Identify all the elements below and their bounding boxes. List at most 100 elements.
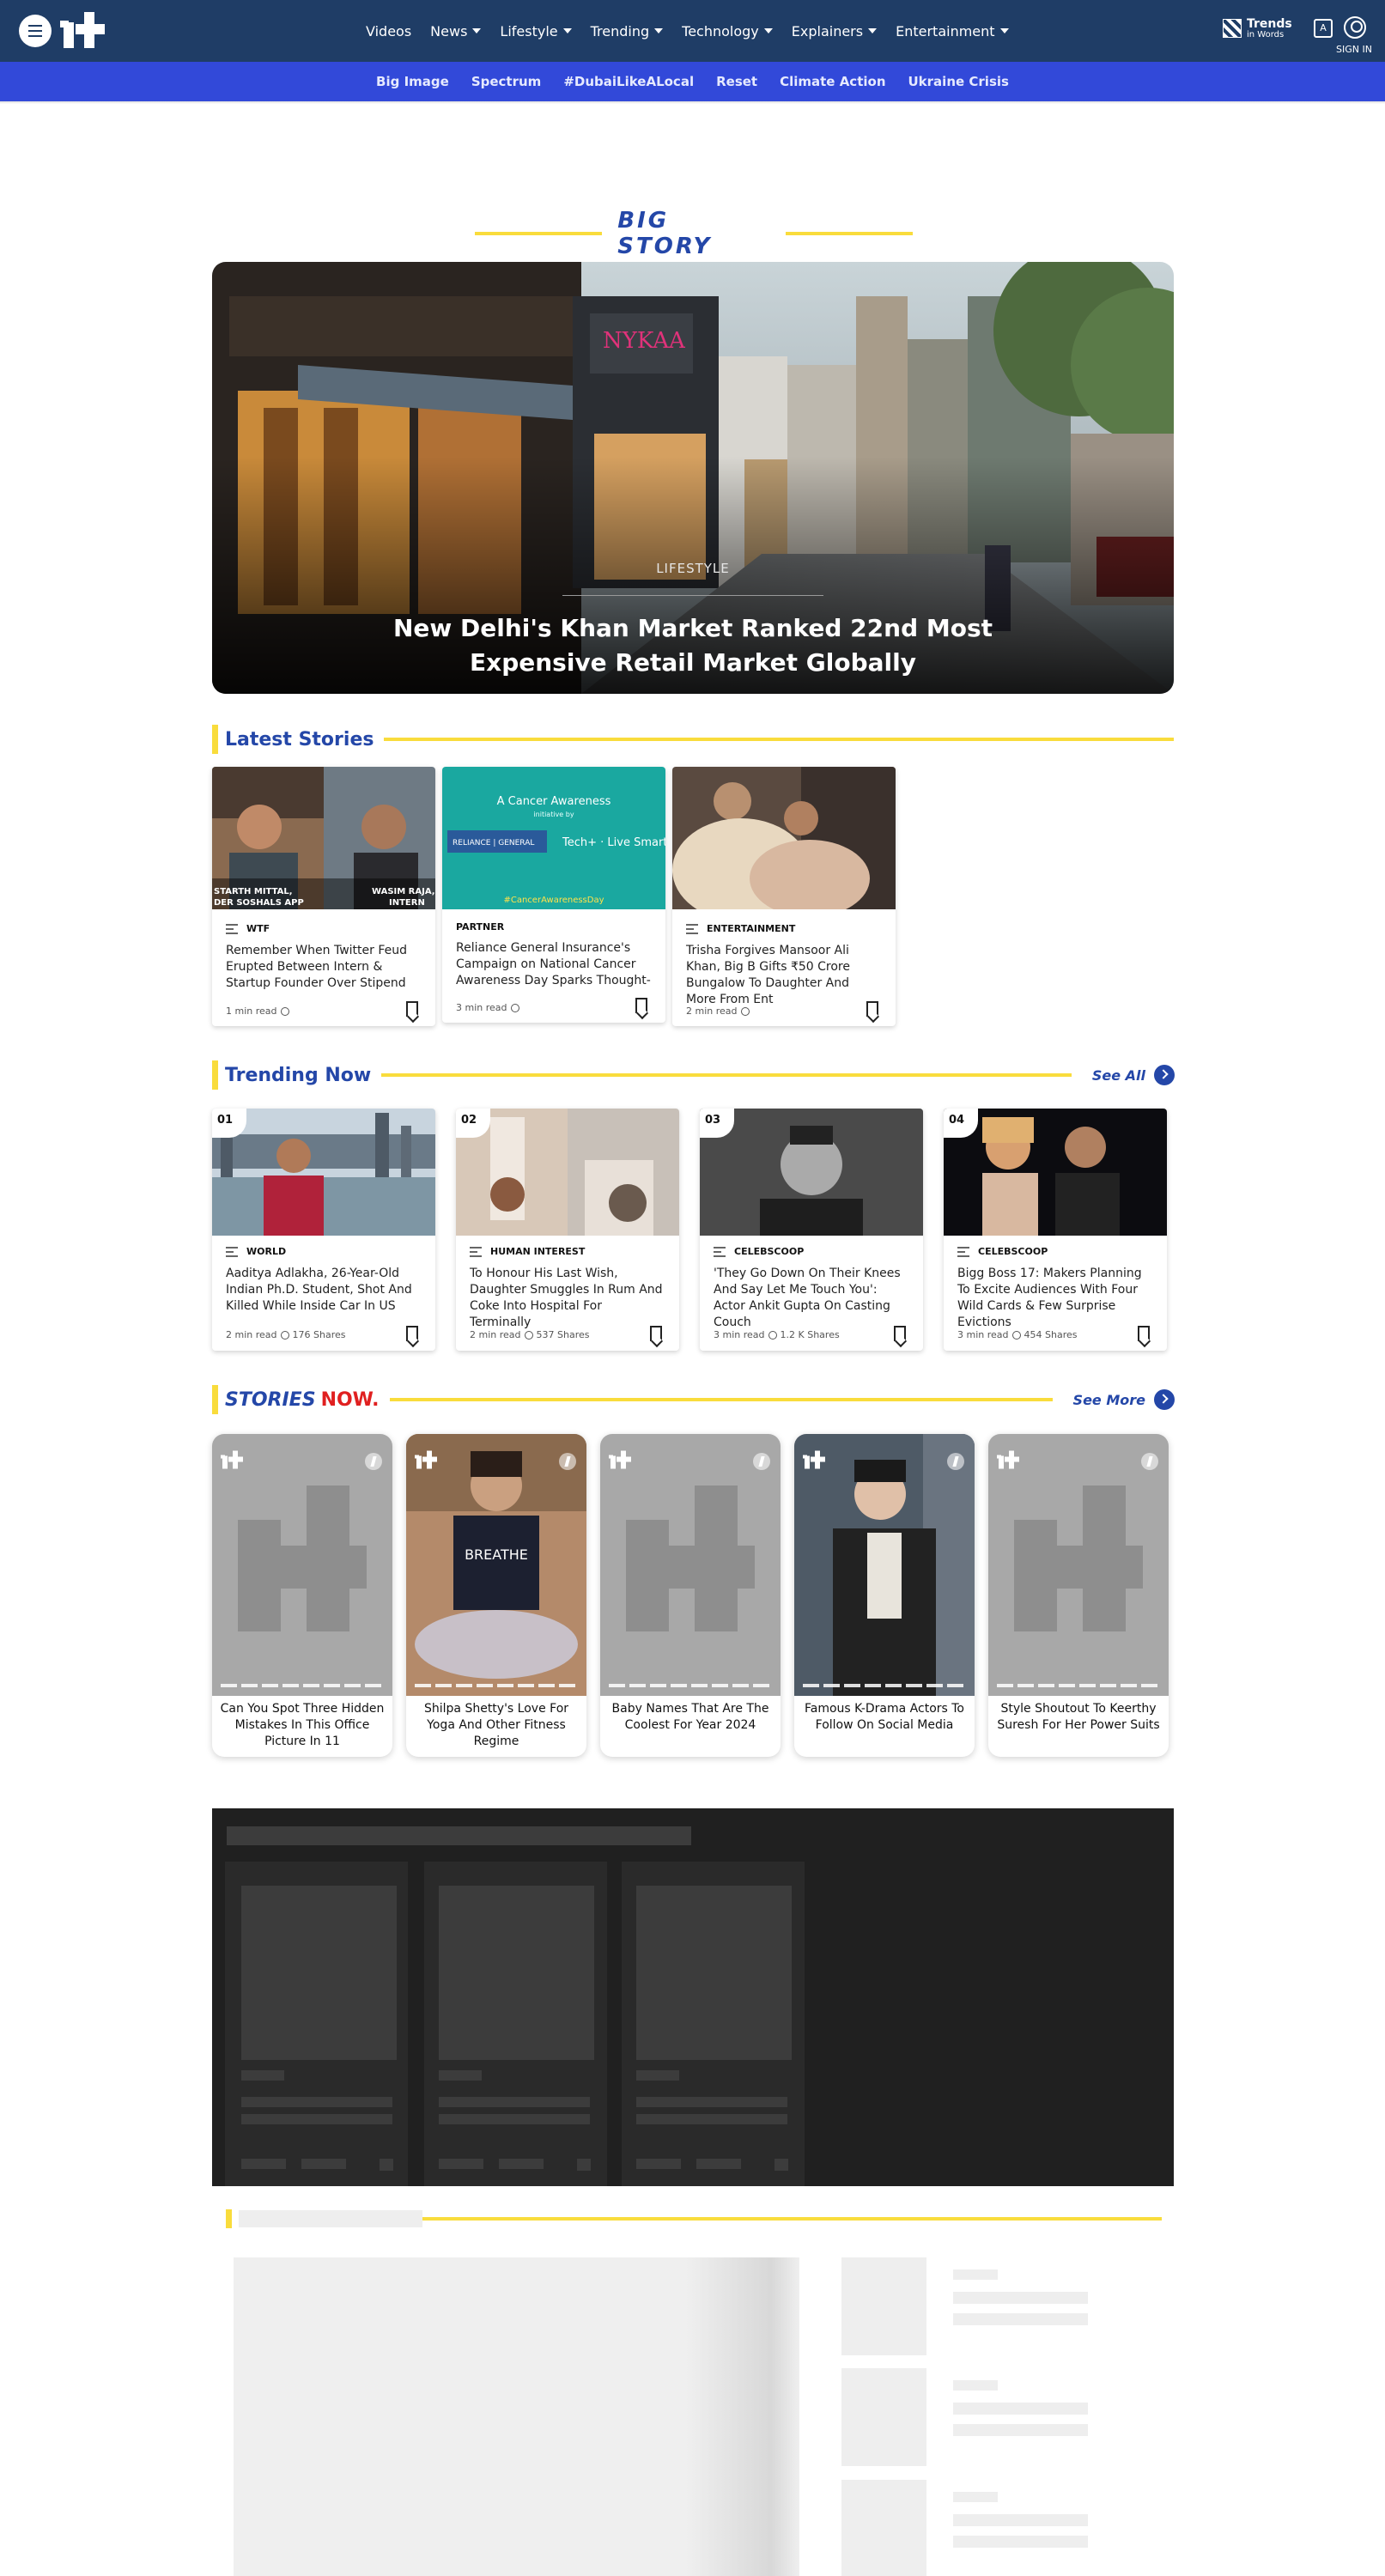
subnav-link[interactable]: Spectrum [471,74,541,89]
story-progress [415,1684,578,1687]
category-row: HUMAN INTEREST [470,1246,585,1257]
clock-icon [280,1330,289,1340]
placeholder-bar [953,2492,998,2502]
read-time-text: 2 min read [226,1329,277,1340]
placeholder-image [234,2257,799,2576]
loading-placeholder [212,1808,1174,2186]
latest-stories-heading: Latest Stories [212,724,1174,755]
story-title[interactable]: Bigg Boss 17: Makers Planning To Excite … [957,1266,1153,1331]
nav-item-videos[interactable]: Videos [366,23,411,39]
web-story-card[interactable]: BREATHE Shilpa Shetty's Love For Yoga An… [406,1434,586,1757]
clock-icon [1011,1330,1021,1340]
story-image [212,1109,435,1236]
sign-in-link[interactable]: SIGN IN [1336,44,1372,55]
web-story-card[interactable]: Style Shoutout To Keerthy Suresh For Her… [988,1434,1169,1757]
placeholder-image [841,2257,926,2355]
story-title[interactable]: Baby Names That Are The Coolest For Year… [607,1701,774,1734]
bookmark-icon[interactable] [650,1326,662,1341]
trends-in-words-button[interactable]: Trends in Words [1223,17,1298,39]
nav-item-entertainment[interactable]: Entertainment [896,23,1009,39]
section-marker [226,2209,232,2228]
caret-down-icon [472,28,482,33]
nav-item-explainers[interactable]: Explainers [791,22,878,39]
bookmark-icon[interactable] [406,1326,418,1341]
placeholder-bar [953,2424,1088,2436]
story-title[interactable]: Can You Spot Three Hidden Mistakes In Th… [219,1701,386,1750]
logo-icon[interactable] [60,10,105,50]
bookmark-icon[interactable] [406,1001,418,1017]
placeholder-bar [696,2159,741,2169]
story-title[interactable]: Reliance General Insurance's Campaign on… [456,940,652,989]
subnav-link[interactable]: #DubaiLikeALocal [563,74,694,89]
nav-item-label: Explainers [791,22,864,39]
placeholder-bar [241,2159,286,2169]
story-title[interactable]: 'They Go Down On Their Knees And Say Let… [714,1266,909,1331]
trending-card[interactable]: 01 WORLD Aaditya Adlakha, 26-Year-Old In… [212,1109,435,1351]
story-title[interactable]: Shilpa Shetty's Love For Yoga And Other … [413,1701,580,1750]
story-progress [221,1684,384,1687]
lines-icon [226,1246,238,1257]
nav-item-technology[interactable]: Technology [682,23,773,39]
caret-down-icon [562,28,572,33]
read-time: 2 min read 176 Shares [226,1329,345,1340]
web-story-card[interactable]: Baby Names That Are The Coolest For Year… [600,1434,781,1757]
read-time: 2 min read [686,1005,750,1017]
divider [422,2217,1162,2221]
nav-item-news[interactable]: News [430,23,482,39]
trending-card[interactable]: 04 CELEBSCOOP Bigg Boss 17: Makers Plann… [944,1109,1167,1351]
see-all-link[interactable]: See All [1092,1067,1145,1084]
latest-story-card[interactable]: A Cancer Awareness initiative by RELIANC… [442,767,665,1023]
divider [562,595,823,596]
latest-story-card[interactable]: ENTERTAINMENT Trisha Forgives Mansoor Al… [672,767,896,1026]
placeholder-bar [953,2514,1088,2526]
trending-card[interactable]: 02 HUMAN INTEREST To Honour His Last Wis… [456,1109,679,1351]
user-icon[interactable] [1344,16,1366,39]
language-icon[interactable]: A [1314,19,1333,38]
bolt-icon [947,1453,964,1470]
menu-icon[interactable] [19,15,52,47]
bookmark-icon[interactable] [866,1001,878,1017]
big-story-title[interactable]: New Delhi's Khan Market Ranked 22nd Most… [212,611,1174,680]
story-title[interactable]: Aaditya Adlakha, 26-Year-Old Indian Ph.D… [226,1266,422,1315]
see-more-link[interactable]: See More [1073,1392,1145,1408]
trending-card[interactable]: 03 CELEBSCOOP 'They Go Down On Their Kne… [700,1109,923,1351]
category-label: WTF [246,923,270,934]
chevron-right-icon[interactable] [1154,1065,1175,1085]
bookmark-icon[interactable] [1138,1326,1150,1341]
divider [389,1398,1053,1401]
placeholder-bar [636,2159,681,2169]
read-time: 2 min read 537 Shares [470,1329,589,1340]
placeholder-bar [775,2159,788,2171]
story-title[interactable]: To Honour His Last Wish, Daughter Smuggl… [470,1266,665,1331]
category-row: WTF [226,923,270,934]
divider [384,738,1174,741]
read-time-text: 3 min read [456,1002,507,1013]
story-title[interactable]: Remember When Twitter Feud Erupted Betwe… [226,943,422,992]
web-story-card[interactable]: Can You Spot Three Hidden Mistakes In Th… [212,1434,392,1757]
title-line: New Delhi's Khan Market Ranked 22nd Most [392,614,993,642]
category-label: CELEBSCOOP [734,1246,805,1257]
subnav-link[interactable]: Ukraine Crisis [908,74,1009,89]
section-marker [212,1385,218,1414]
divider [475,232,603,235]
web-story-card[interactable]: Famous K-Drama Actors To Follow On Socia… [794,1434,975,1757]
logo-icon [997,1450,1019,1469]
category-label: PARTNER [456,921,505,933]
bookmark-icon[interactable] [894,1326,906,1341]
subnav-link[interactable]: Climate Action [780,74,885,89]
subnav-link[interactable]: Big Image [376,74,449,89]
story-title[interactable]: Style Shoutout To Keerthy Suresh For Her… [995,1701,1162,1734]
trends-label: Trends [1247,17,1292,31]
placeholder-bar [636,2070,679,2081]
subnav-link[interactable]: Reset [716,74,757,89]
chevron-right-icon[interactable] [1154,1389,1175,1410]
nav-item-trending[interactable]: Trending [591,23,664,39]
placeholder-bar [241,2070,284,2081]
bookmark-icon[interactable] [635,998,647,1013]
category-row: PARTNER [456,921,504,933]
story-title[interactable]: Trisha Forgives Mansoor Ali Khan, Big B … [686,943,882,1008]
story-title[interactable]: Famous K-Drama Actors To Follow On Socia… [801,1701,968,1734]
nav-item-lifestyle[interactable]: Lifestyle [500,23,572,39]
latest-story-card[interactable]: STARTH MITTAL, DER SOSHALS APP WASIM RAJ… [212,767,435,1026]
bolt-icon [753,1453,770,1470]
